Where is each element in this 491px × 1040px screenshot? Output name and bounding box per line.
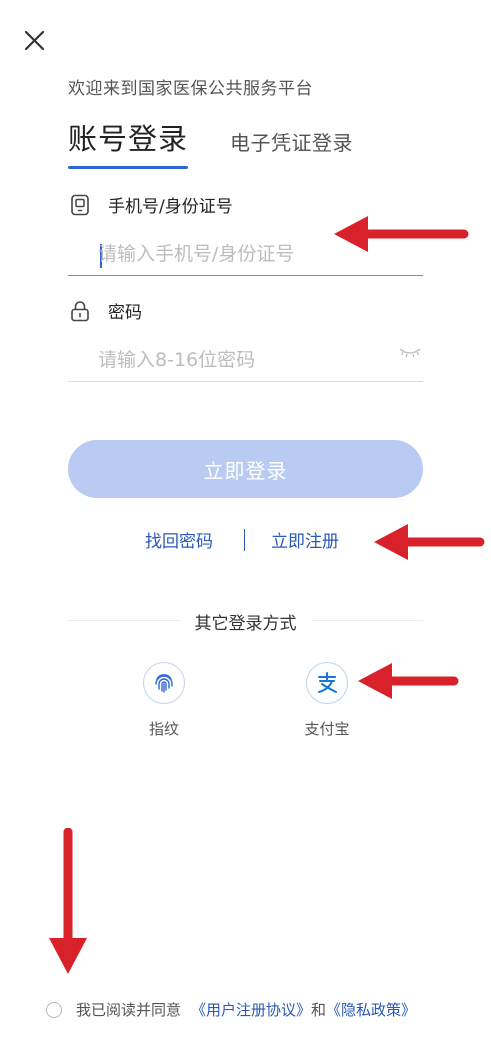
annotation-arrow-alipay xyxy=(358,663,459,699)
fingerprint-label: 指纹 xyxy=(148,720,179,738)
tab-e-certificate-login[interactable]: 电子凭证登录 xyxy=(230,127,353,156)
eye-closed-icon[interactable] xyxy=(399,346,421,360)
annotation-arrow-account xyxy=(334,216,469,252)
login-button[interactable]: 立即登录 xyxy=(68,440,423,498)
tab-account-login[interactable]: 账号登录 xyxy=(68,116,188,158)
phone-icon xyxy=(68,193,92,217)
agreement-and: 和 xyxy=(311,1001,327,1019)
other-login-header: 其它登录方式 xyxy=(68,606,423,636)
user-agreement-link[interactable]: 《用户注册协议》 xyxy=(191,999,311,1020)
tab-active-indicator xyxy=(68,166,188,169)
fingerprint-icon xyxy=(143,662,185,704)
forgot-password-link[interactable]: 找回密码 xyxy=(145,527,213,552)
login-tabs: 账号登录 电子凭证登录 xyxy=(68,116,428,172)
other-login-title: 其它登录方式 xyxy=(180,614,311,634)
alipay-label: 支付宝 xyxy=(304,720,350,738)
password-input-wrapper xyxy=(68,338,423,382)
password-input[interactable] xyxy=(98,342,398,378)
welcome-text: 欢迎来到国家医保公共服务平台 xyxy=(68,79,313,99)
annotation-arrow-agreement xyxy=(49,828,87,974)
alipay-icon xyxy=(306,662,348,704)
fingerprint-login-option[interactable]: 指纹 xyxy=(124,662,204,739)
close-icon xyxy=(24,30,45,51)
password-field-label: 密码 xyxy=(68,298,142,323)
agreement-radio[interactable] xyxy=(46,1001,62,1018)
privacy-policy-link[interactable]: 《隐私政策》 xyxy=(326,999,416,1020)
other-login-title-wrap: 其它登录方式 xyxy=(68,609,423,634)
annotation-arrow-register xyxy=(374,524,485,560)
register-link[interactable]: 立即注册 xyxy=(271,527,339,552)
close-button[interactable] xyxy=(18,24,50,56)
account-field-label: 手机号/身份证号 xyxy=(68,192,233,217)
lock-icon xyxy=(68,299,92,323)
link-divider xyxy=(244,529,245,551)
account-label: 手机号/身份证号 xyxy=(108,197,233,217)
agreement-prefix: 我已阅读并同意 xyxy=(76,1001,182,1019)
password-label: 密码 xyxy=(108,303,142,323)
agreement-row: 我已阅读并同意 《用户注册协议》 和 《隐私政策》 xyxy=(46,999,416,1020)
